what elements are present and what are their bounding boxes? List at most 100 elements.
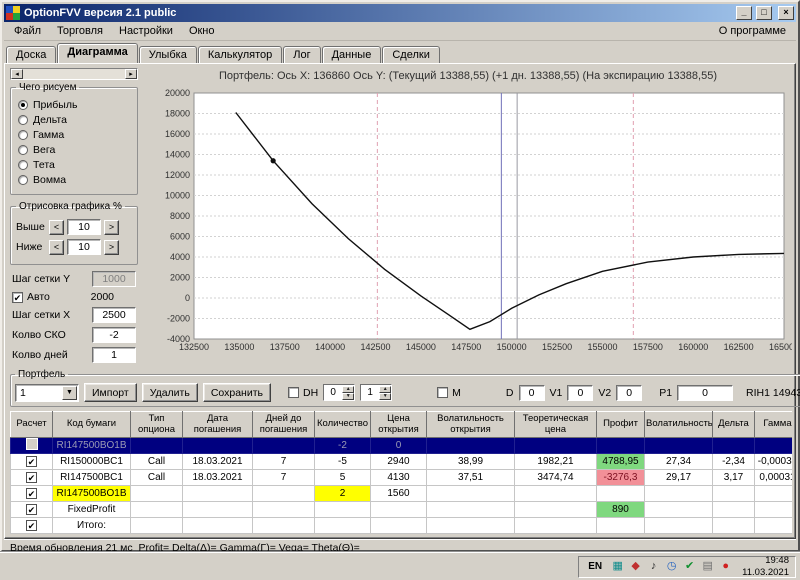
table-cell[interactable] [183, 518, 253, 534]
p1-field[interactable]: 0 [677, 385, 733, 401]
above-decrease-button[interactable]: < [49, 220, 64, 235]
radio-theta[interactable]: Тета [18, 159, 131, 171]
table-cell[interactable] [315, 518, 371, 534]
table-cell[interactable] [131, 518, 183, 534]
table-cell[interactable]: -2,34 [713, 454, 755, 470]
table-cell[interactable] [515, 438, 597, 454]
table-cell[interactable] [183, 438, 253, 454]
table-cell[interactable]: 29,17 [645, 470, 713, 486]
table-row[interactable]: ✔RI150000BC1Call18.03.20217-5294038,9919… [11, 454, 793, 470]
chart-tray-icon[interactable]: ▦ [610, 559, 625, 574]
table-cell[interactable] [645, 518, 713, 534]
table-cell[interactable]: 3,17 [713, 470, 755, 486]
column-header[interactable]: Волатильность открытия [427, 412, 515, 438]
above-increase-button[interactable]: > [104, 220, 119, 235]
titlebar[interactable]: OptionFVV версия 2.1 public _ □ × [4, 4, 796, 22]
radio-delta[interactable]: Дельта [18, 114, 131, 126]
row-checkbox[interactable]: ✔ [26, 504, 37, 515]
row-checkbox[interactable]: ✔ [26, 472, 37, 483]
chart-svg[interactable]: -4000-2000020004000600080001000012000140… [144, 85, 792, 355]
table-cell[interactable] [371, 518, 427, 534]
menu-trade[interactable]: Торговля [49, 23, 111, 39]
grid-y-field[interactable]: 1000 [92, 271, 136, 287]
row-checkbox[interactable]: ✔ [26, 488, 37, 499]
tab-diagram[interactable]: Диаграмма [57, 43, 137, 63]
table-cell[interactable] [645, 438, 713, 454]
below-value-field[interactable]: 10 [67, 239, 101, 255]
column-header[interactable]: Волатильность [645, 412, 713, 438]
table-cell[interactable] [427, 502, 515, 518]
volume-tray-icon[interactable]: ♪ [646, 559, 661, 574]
menu-settings[interactable]: Настройки [111, 23, 181, 39]
table-cell[interactable] [515, 502, 597, 518]
table-cell[interactable] [371, 502, 427, 518]
panel-scrollbar[interactable]: ◂ ▸ [10, 68, 138, 80]
table-cell[interactable]: -3276,3 [597, 470, 645, 486]
table-cell[interactable]: Итого: [53, 518, 131, 534]
column-header[interactable]: Дата погашения [183, 412, 253, 438]
delete-button[interactable]: Удалить [142, 383, 198, 402]
column-header[interactable]: Гамма [755, 412, 793, 438]
table-cell[interactable]: 890 [597, 502, 645, 518]
taskbar[interactable]: EN ▦◆♪◷✔▤● 19:48 11.03.2021 [0, 552, 800, 580]
table-cell[interactable] [427, 486, 515, 502]
table-cell[interactable] [755, 438, 793, 454]
table-cell[interactable] [713, 438, 755, 454]
table-cell[interactable] [253, 486, 315, 502]
table-cell[interactable]: 4788,95 [597, 454, 645, 470]
table-cell[interactable] [713, 486, 755, 502]
column-header[interactable]: Расчет [11, 412, 53, 438]
spin-up-icon[interactable]: ▲ [342, 386, 354, 393]
table-cell[interactable] [713, 518, 755, 534]
column-header[interactable]: Профит [597, 412, 645, 438]
radio-vomma[interactable]: Вомма [18, 174, 131, 186]
maximize-button[interactable]: □ [756, 6, 772, 20]
menu-about[interactable]: О программе [711, 23, 794, 39]
table-cell[interactable] [597, 518, 645, 534]
tab-data[interactable]: Данные [322, 46, 382, 64]
grid-x-field[interactable]: 2500 [92, 307, 136, 323]
menu-window[interactable]: Окно [181, 23, 223, 39]
table-cell[interactable] [755, 518, 793, 534]
auto-checkbox[interactable]: Авто [12, 291, 50, 303]
table-cell[interactable]: -0,00035 [755, 454, 793, 470]
table-cell[interactable]: 3474,74 [515, 470, 597, 486]
save-button[interactable]: Сохранить [203, 383, 271, 402]
above-value-field[interactable]: 10 [67, 219, 101, 235]
spin-down-icon[interactable]: ▼ [342, 393, 354, 400]
language-indicator[interactable]: EN [585, 560, 605, 573]
table-cell[interactable]: 7 [253, 470, 315, 486]
column-header[interactable]: Теоретическая цена [515, 412, 597, 438]
column-header[interactable]: Количество [315, 412, 371, 438]
table-row[interactable]: ✔RI147500BC1Call18.03.202175413037,51347… [11, 470, 793, 486]
table-cell[interactable]: Call [131, 470, 183, 486]
tab-deals[interactable]: Сделки [382, 46, 440, 64]
scheduler-tray-icon[interactable]: ◷ [664, 559, 679, 574]
table-cell[interactable] [597, 438, 645, 454]
tab-board[interactable]: Доска [6, 46, 56, 64]
sko-field[interactable]: -2 [92, 327, 136, 343]
scroll-left-icon[interactable]: ◂ [11, 69, 23, 79]
v2-field[interactable]: 0 [616, 385, 642, 401]
column-header[interactable]: Код бумаги [53, 412, 131, 438]
table-cell[interactable]: 0 [371, 438, 427, 454]
table-row[interactable]: ✔Итого: [11, 518, 793, 534]
column-header[interactable]: Дельта [713, 412, 755, 438]
import-button[interactable]: Импорт [84, 383, 137, 402]
table-cell[interactable] [131, 438, 183, 454]
table-cell[interactable] [427, 438, 515, 454]
table-cell[interactable] [315, 502, 371, 518]
table-cell[interactable]: 37,51 [427, 470, 515, 486]
scrollbar-track[interactable] [23, 69, 125, 79]
radio-profit[interactable]: Прибыль [18, 99, 131, 111]
table-cell[interactable]: 27,34 [645, 454, 713, 470]
taskbar-clock[interactable]: 19:48 11.03.2021 [742, 555, 789, 578]
dh-spinner-1[interactable]: 0 ▲▼ [323, 384, 355, 401]
column-header[interactable]: Цена открытия [371, 412, 427, 438]
table-cell[interactable]: 5 [315, 470, 371, 486]
tab-calculator[interactable]: Калькулятор [198, 46, 282, 64]
column-header[interactable]: Дней до погашения [253, 412, 315, 438]
radio-vega[interactable]: Вега [18, 144, 131, 156]
table-row[interactable]: ✔RI147500BO1B21560 [11, 486, 793, 502]
menu-file[interactable]: Файл [6, 23, 49, 39]
